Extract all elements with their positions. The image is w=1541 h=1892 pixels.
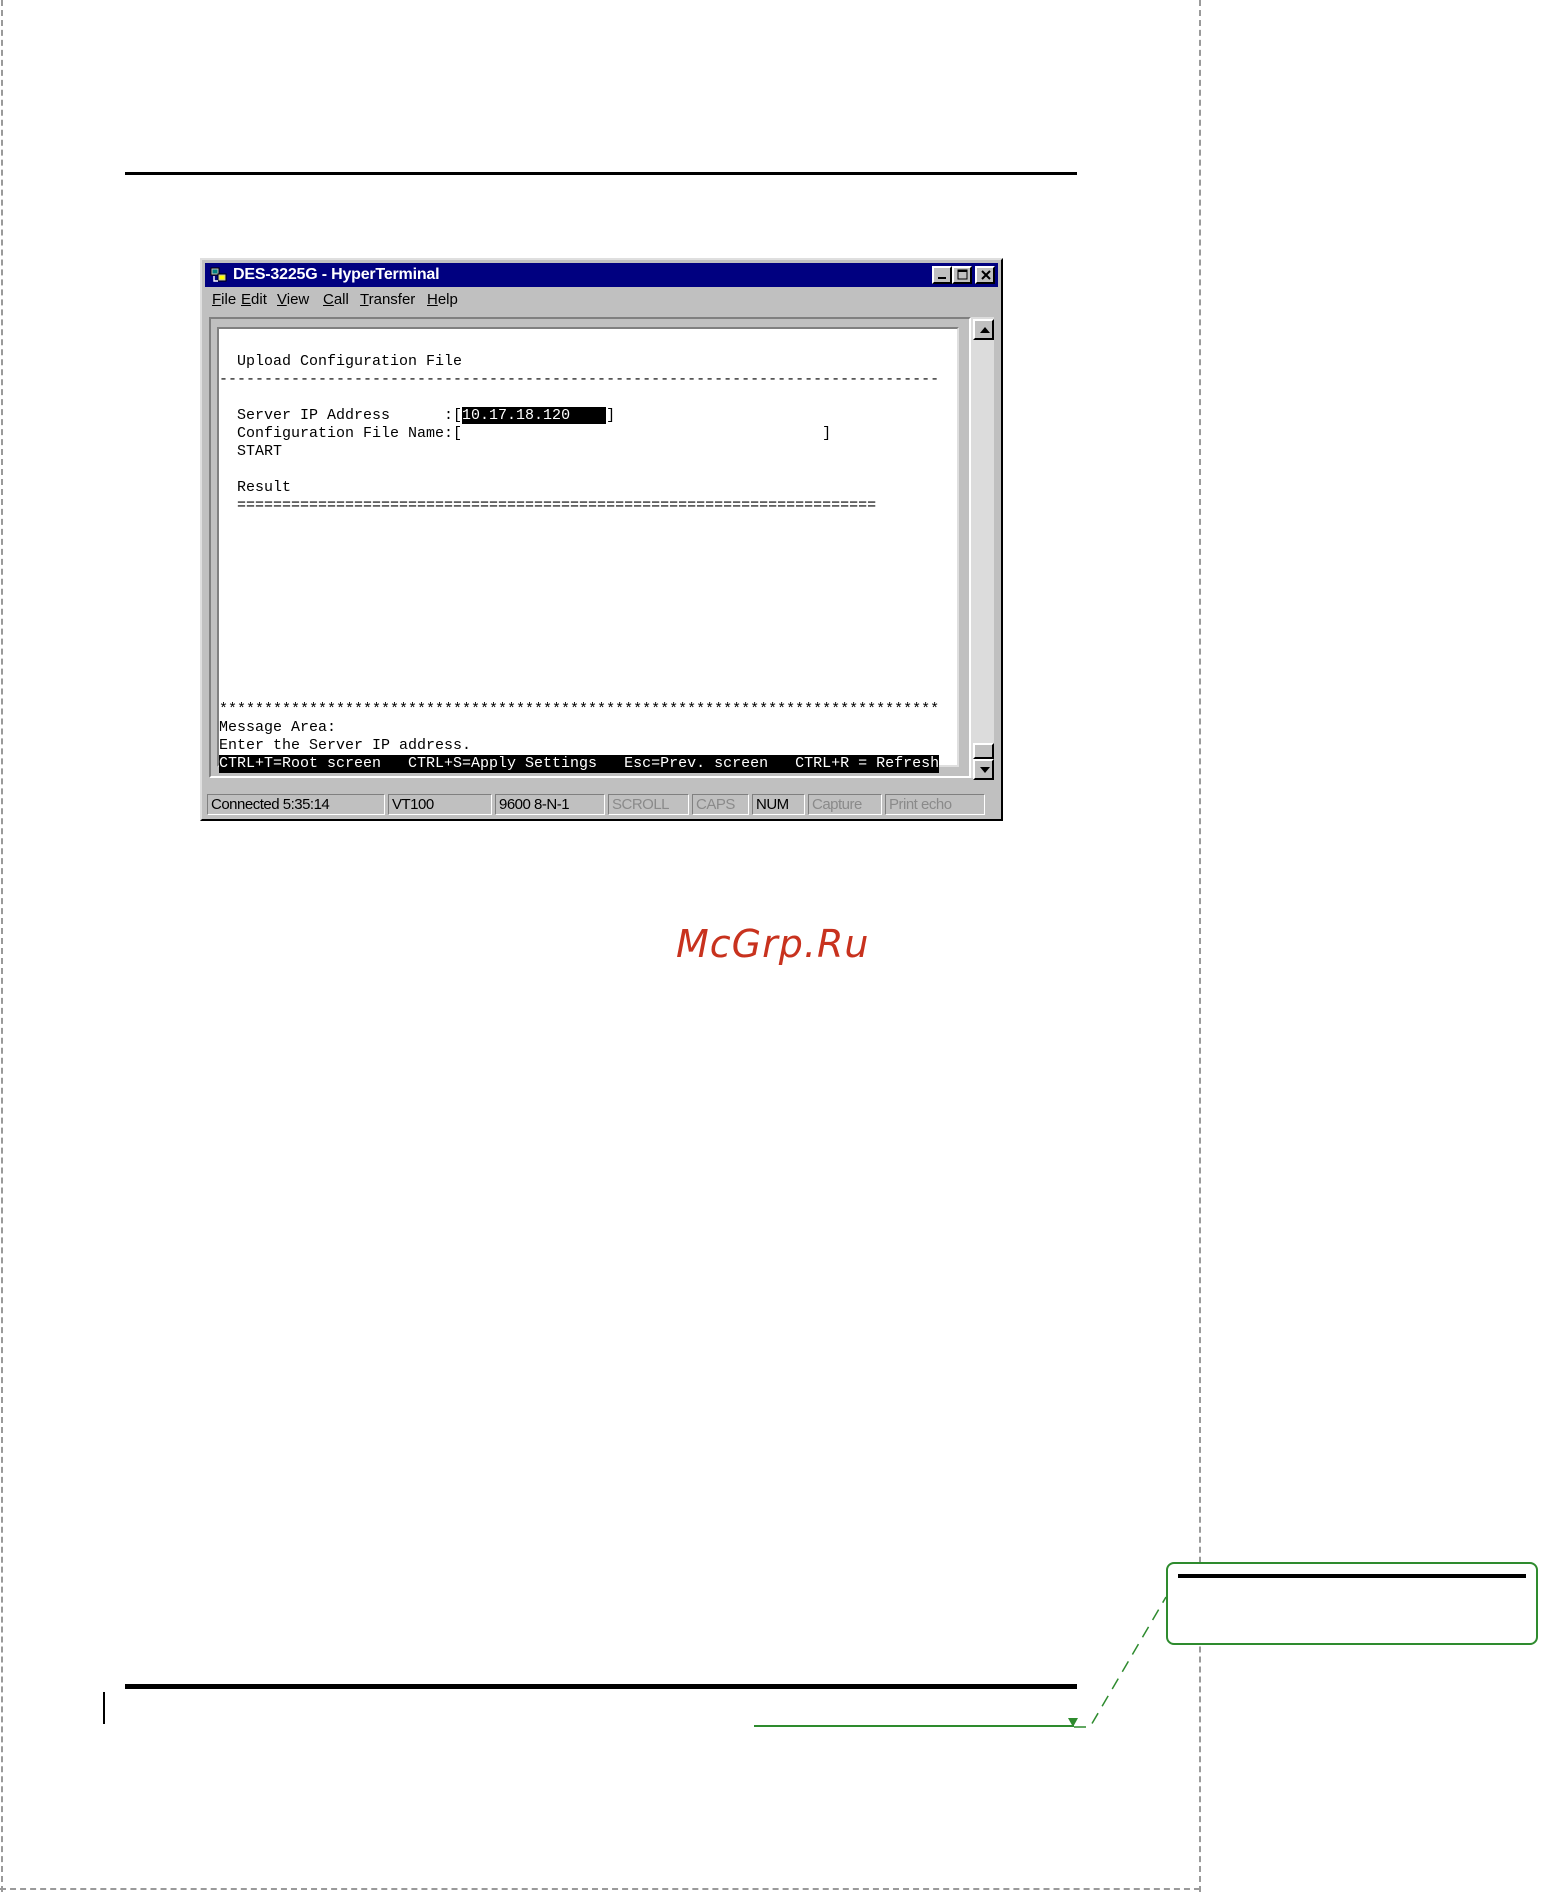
- terminal-screen[interactable]: Upload Configuration File --------------…: [217, 327, 959, 773]
- menu-file[interactable]: File: [212, 291, 236, 309]
- menu-view[interactable]: View: [277, 291, 309, 309]
- callout-box: [1166, 1562, 1538, 1645]
- server-ip-input[interactable]: 10.17.18.120: [462, 407, 607, 424]
- status-num: NUM: [752, 794, 805, 815]
- vertical-scrollbar[interactable]: [971, 317, 994, 780]
- menu-help[interactable]: Help: [427, 291, 458, 309]
- menu-call[interactable]: Call: [323, 291, 349, 309]
- close-icon: [981, 270, 991, 280]
- terminal-frame: Upload Configuration File --------------…: [209, 317, 971, 778]
- server-ip-row: Server IP Address :[10.17.18.120 ]: [219, 407, 616, 424]
- hotkey-bar: CTRL+T=Root screen CTRL+S=Apply Settings…: [219, 755, 940, 773]
- status-scroll: SCROLL: [608, 794, 689, 815]
- menu-edit[interactable]: Edit: [241, 291, 267, 309]
- hyperterminal-app-icon[interactable]: [210, 266, 228, 284]
- message-area-label: Message Area:: [219, 719, 337, 736]
- menu-bar: File Edit View Call Transfer Help: [205, 289, 998, 311]
- status-emulation: VT100: [388, 794, 492, 815]
- minimize-button[interactable]: [932, 266, 952, 284]
- status-print-echo: Print echo: [885, 794, 985, 815]
- watermark: McGrp.Ru: [676, 922, 870, 966]
- status-connected: Connected 5:35:14: [207, 794, 385, 815]
- scroll-up-icon: [980, 327, 990, 333]
- callout-rule: [1178, 1574, 1526, 1578]
- scroll-down-icon: [980, 767, 990, 773]
- status-port-settings: 9600 8-N-1: [495, 794, 605, 815]
- status-capture: Capture: [808, 794, 882, 815]
- result-label: Result: [219, 479, 292, 496]
- start-button[interactable]: START: [219, 443, 282, 461]
- scroll-up-button[interactable]: [973, 319, 994, 340]
- heading-divider: ----------------------------------------…: [219, 371, 940, 388]
- minimize-icon: [938, 277, 946, 279]
- status-bar: Connected 5:35:14 VT100 9600 8-N-1 SCROL…: [205, 794, 998, 816]
- message-divider: ****************************************…: [219, 701, 940, 718]
- scroll-down-button[interactable]: [973, 759, 994, 780]
- close-button[interactable]: [975, 266, 995, 284]
- screen-heading: Upload Configuration File: [219, 353, 463, 370]
- menu-transfer[interactable]: Transfer: [360, 291, 415, 309]
- title-bar[interactable]: DES-3225G - HyperTerminal: [205, 263, 998, 287]
- config-file-input[interactable]: [462, 425, 822, 442]
- config-file-label: Configuration File Name:[: [219, 425, 463, 442]
- maximize-button[interactable]: [952, 266, 972, 284]
- server-ip-label: Server IP Address :[: [219, 407, 463, 424]
- scroll-thumb[interactable]: [973, 743, 994, 759]
- message-text: Enter the Server IP address.: [219, 737, 472, 754]
- config-file-row: Configuration File Name:[ ]: [219, 425, 832, 442]
- status-caps: CAPS: [692, 794, 749, 815]
- window-title: DES-3225G - HyperTerminal: [233, 266, 440, 283]
- result-divider: ========================================…: [219, 497, 877, 514]
- hyperterminal-window: DES-3225G - HyperTerminal File Edit View…: [200, 258, 1003, 821]
- maximize-icon: [957, 269, 968, 280]
